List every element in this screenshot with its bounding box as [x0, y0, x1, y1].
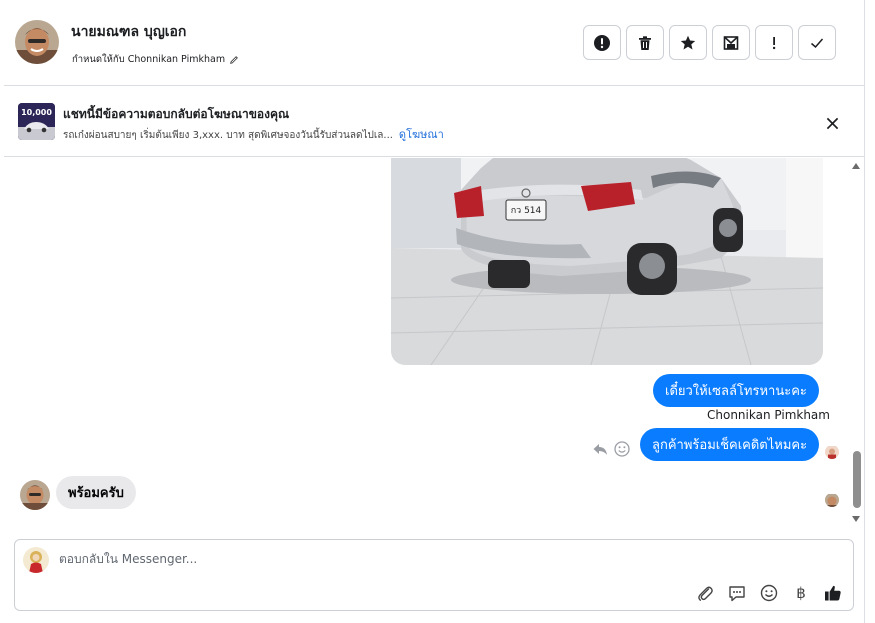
saved-replies-button[interactable] [727, 583, 747, 603]
ad-title: แชทนี้มีข้อความตอบกลับต่อโฆษณาของคุณ [63, 107, 290, 121]
composer-tools: ฿ [695, 583, 843, 603]
trash-icon [639, 35, 651, 50]
conversation-header: นายมณฑล บุญเอก กำหนดให้กับ Chonnikan Pim… [4, 0, 864, 86]
star-button[interactable] [669, 25, 707, 60]
scrollbar-thumb[interactable] [853, 451, 861, 508]
contact-avatar[interactable] [15, 20, 59, 64]
contact-name[interactable]: นายมณฑล บุญเอก [71, 21, 186, 43]
attach-button[interactable] [695, 583, 715, 603]
view-ad-link[interactable]: ดูโฆษณา [399, 128, 444, 141]
check-icon [811, 38, 824, 48]
reply-icon[interactable] [592, 441, 608, 457]
ad-thumbnail[interactable]: 10,000 [18, 103, 55, 140]
license-plate: กว 514 [511, 206, 542, 216]
conversation-actions [583, 25, 836, 60]
like-button[interactable] [823, 583, 843, 603]
baht-icon: ฿ [796, 584, 806, 602]
thumbs-up-icon [825, 585, 841, 601]
contact-avatar-small[interactable] [20, 480, 50, 510]
emoji-icon [760, 584, 778, 602]
sender-label: Chonnikan Pimkham [707, 408, 830, 422]
window-edge [864, 0, 865, 623]
paperclip-icon [698, 586, 713, 601]
pencil-icon[interactable] [229, 55, 239, 65]
payment-button[interactable]: ฿ [791, 583, 811, 603]
car-photo[interactable]: กว 514 [391, 158, 823, 365]
close-banner-button[interactable] [822, 113, 842, 133]
message-input[interactable] [59, 552, 559, 566]
spam-report-button[interactable] [583, 25, 621, 60]
mark-done-button[interactable] [798, 25, 836, 60]
emoji-button[interactable] [759, 583, 779, 603]
ad-subtitle: รถเก๋งผ่อนสบายๆ เริ่มต้นเพียง 3,xxx. บาท… [63, 130, 393, 141]
close-icon [826, 117, 838, 129]
scroll-down-arrow[interactable] [852, 516, 860, 522]
alert-circle-icon [594, 34, 610, 51]
incoming-message[interactable]: พร้อมครับ [56, 476, 136, 509]
saved-reply-icon [729, 586, 745, 602]
star-icon [680, 35, 696, 49]
page-avatar [23, 547, 49, 573]
scroll-up-arrow[interactable] [852, 163, 860, 169]
reply-composer: ฿ [14, 539, 854, 611]
ad-subtitle-row: รถเก๋งผ่อนสบายๆ เริ่มต้นเพียง 3,xxx. บาท… [63, 125, 444, 143]
message-thread[interactable]: กว 514 เดี๋ยวให้เซลล์โทรหานะคะ Chonnikan… [4, 158, 864, 530]
assignee-label: กำหนดให้กับ Chonnikan Pimkham [72, 54, 226, 65]
outgoing-message[interactable]: เดี๋ยวให้เซลล์โทรหานะคะ [653, 374, 819, 407]
delete-button[interactable] [626, 25, 664, 60]
mark-unread-button[interactable] [712, 25, 750, 60]
ad-reply-banner: 10,000 แชทนี้มีข้อความตอบกลับต่อโฆษณาของ… [4, 87, 864, 157]
seen-indicator-avatar [825, 445, 839, 459]
envelope-icon [723, 35, 739, 50]
assignee-row[interactable]: กำหนดให้กับ Chonnikan Pimkham [72, 52, 239, 67]
outgoing-message[interactable]: ลูกค้าพร้อมเช็คเคดิตไหมคะ [640, 428, 820, 461]
seen-indicator-avatar [825, 493, 839, 507]
react-emoji-icon[interactable] [614, 441, 630, 457]
exclamation-icon [772, 36, 776, 49]
follow-up-button[interactable] [755, 25, 793, 60]
ad-thumb-text: 10,000 [21, 108, 52, 117]
